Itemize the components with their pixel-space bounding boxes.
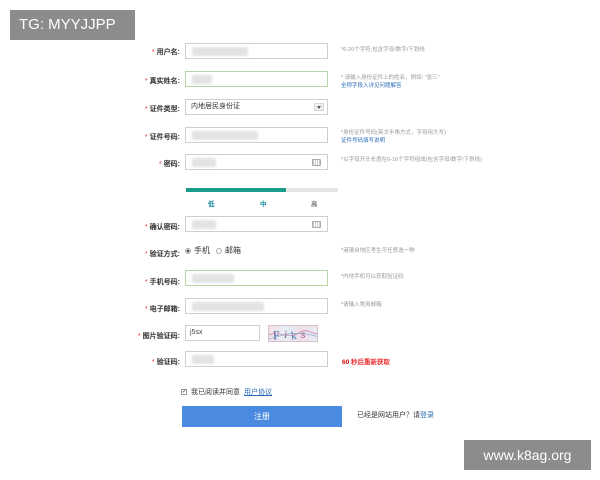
captcha-noise: F i k s — [269, 328, 317, 342]
idnumber-input[interactable] — [185, 127, 328, 143]
verify-method-group: 手机 邮箱 — [185, 245, 241, 256]
radio-email-label[interactable]: 邮箱 — [225, 245, 241, 256]
radio-phone[interactable] — [185, 247, 191, 254]
email-input[interactable] — [185, 298, 328, 314]
user-agreement-link[interactable]: 用户协议 — [244, 387, 272, 397]
password-input[interactable] — [185, 154, 328, 170]
password-strength-bar — [186, 188, 338, 192]
chevron-down-icon — [314, 103, 324, 111]
username-label: * 用户名: — [151, 49, 180, 56]
password-strength-fill — [186, 188, 287, 192]
radio-email[interactable] — [216, 247, 222, 254]
idnumber-hint: *身份证件号码(英文半角方式，字母用大写) 证件号码填写说明 — [341, 129, 491, 145]
realname-label: * 真实姓名: — [144, 78, 180, 85]
phone-input[interactable] — [185, 270, 328, 286]
keyboard-icon[interactable] — [312, 159, 321, 166]
username-hint: *6-20个字符,包含字母/数字/下划线 — [341, 47, 425, 53]
captcha-label: * 图片验证码: — [137, 333, 180, 340]
verify-method-hint: *港澳台地区考生可任意选一种 — [341, 248, 415, 254]
svg-text:F: F — [272, 328, 280, 342]
email-hint: *请输入常用邮箱 — [341, 302, 382, 308]
verify-method-label: * 验证方式: — [144, 251, 180, 258]
password-label: * 密码: — [158, 161, 180, 168]
confirm-input[interactable] — [185, 216, 328, 232]
confirm-label: * 确认密码: — [144, 224, 180, 231]
sms-countdown: 60 秒后重新获取 — [342, 359, 391, 366]
email-label: * 电子邮箱: — [144, 306, 180, 313]
agree-text: 我已阅读并同意 — [191, 389, 240, 396]
keyboard-icon[interactable] — [312, 221, 321, 228]
login-link[interactable]: 登录 — [420, 412, 434, 419]
captcha-image[interactable]: F i k s — [268, 325, 318, 342]
idtype-select[interactable]: 内地居民身份证 — [185, 99, 328, 115]
idnumber-label: * 证件号码: — [144, 134, 180, 141]
watermark-top: TG: MYYJJPP — [10, 10, 135, 40]
strength-high: 高 — [311, 201, 318, 208]
captcha-input[interactable]: j5sx — [185, 325, 260, 341]
phone-label: * 手机号码: — [144, 279, 180, 286]
realname-input[interactable] — [185, 71, 328, 87]
login-prompt: 已经是网站用户？请登录 — [357, 412, 434, 419]
username-input[interactable] — [185, 43, 328, 59]
sms-code-input[interactable] — [185, 351, 328, 367]
register-button[interactable]: 注册 — [182, 406, 342, 427]
watermark-bottom: www.k8ag.org — [464, 440, 591, 470]
strength-mid: 中 — [260, 201, 267, 208]
sms-code-label: * 验证码: — [151, 359, 180, 366]
radio-phone-label[interactable]: 手机 — [194, 245, 210, 256]
idtype-label: * 证件类型: — [144, 106, 180, 113]
strength-low: 低 — [208, 201, 215, 208]
password-hint: *以字母开头长度在6-16个字符组成(包含字母/数字/下划线) — [341, 157, 482, 163]
realname-hint: * 请输入身份证件上的姓名，例如: "张三" 全称字段入详见问题解答 — [341, 74, 491, 90]
idnumber-help-link[interactable]: 证件号码填写说明 — [341, 137, 491, 145]
agreement-row: ✓ 我已阅读并同意 用户协议 — [181, 387, 272, 397]
realname-help-link[interactable]: 全称字段入详见问题解答 — [341, 82, 491, 90]
phone-hint: *内地手机可以获取验证码 — [341, 274, 404, 280]
agree-checkbox[interactable]: ✓ — [181, 389, 187, 395]
